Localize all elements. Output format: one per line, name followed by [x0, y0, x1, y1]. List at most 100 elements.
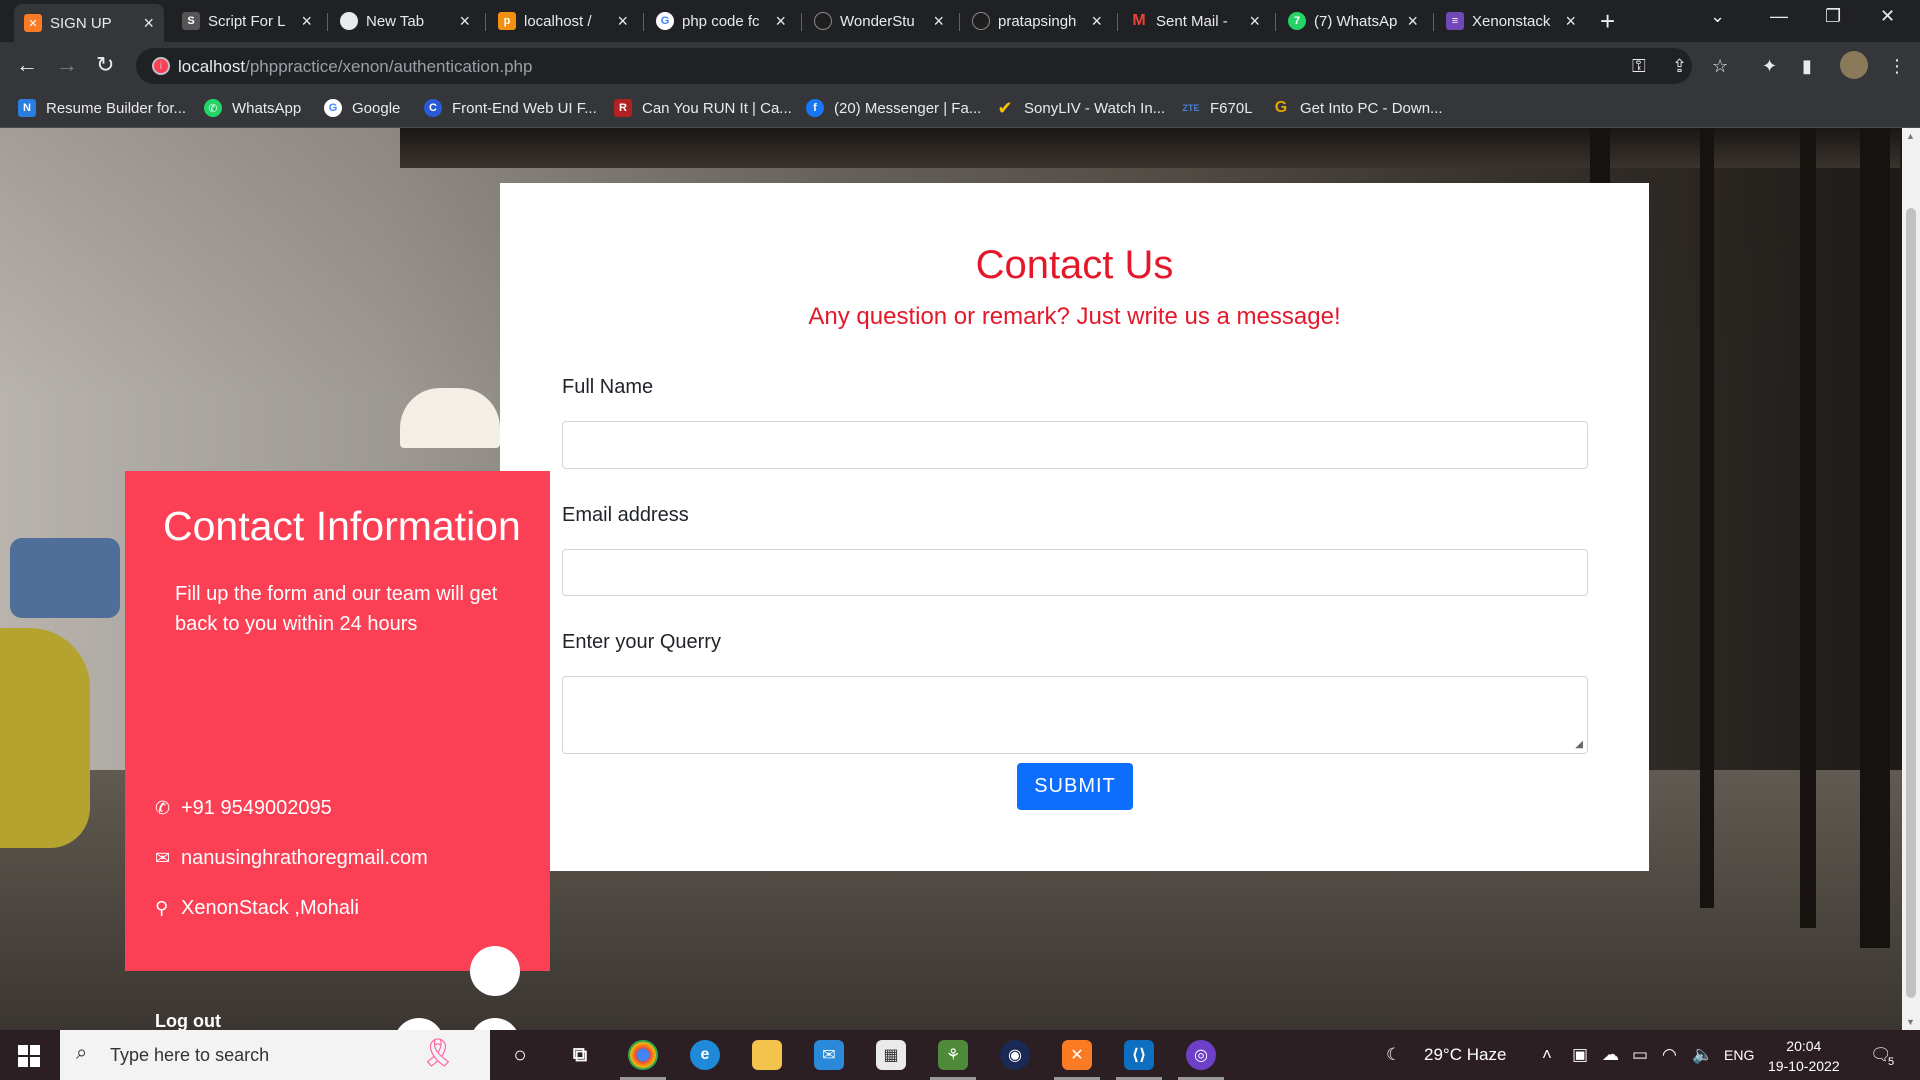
- taskbar-search-box[interactable]: ⌕ Type here to search 🎗: [60, 1030, 490, 1080]
- bookmark-f670l[interactable]: ZTE F670L: [1182, 99, 1253, 117]
- clock-time: 20:04: [1786, 1038, 1822, 1054]
- bookmark-whatsapp[interactable]: ✆ WhatsApp: [204, 99, 301, 117]
- extensions-icon[interactable]: ✦: [1762, 56, 1777, 77]
- star-icon[interactable]: ☆: [1712, 56, 1728, 77]
- page-scrollbar[interactable]: ▲ ▼: [1902, 128, 1920, 1030]
- tab-pratapsingh[interactable]: pratapsingh ×: [962, 6, 1112, 36]
- close-icon[interactable]: ×: [1091, 11, 1102, 32]
- close-icon[interactable]: ×: [143, 13, 154, 34]
- logout-link[interactable]: Log out: [155, 1011, 221, 1030]
- back-icon[interactable]: ←: [16, 52, 38, 78]
- store-icon[interactable]: ▦: [876, 1040, 906, 1070]
- sonyliv-icon: ✔: [997, 97, 1013, 118]
- side-panel-icon[interactable]: ▮: [1802, 56, 1812, 77]
- system-clock[interactable]: 20:04 19-10-2022: [1768, 1036, 1840, 1076]
- scroll-up-icon[interactable]: ▲: [1906, 131, 1915, 141]
- tab-sign-up[interactable]: ✕ SIGN UP ×: [14, 4, 164, 42]
- chevron-up-icon[interactable]: ˄: [1542, 1045, 1552, 1065]
- email-field[interactable]: [562, 549, 1588, 596]
- site-info-icon[interactable]: i: [152, 57, 170, 75]
- cloud-sync-icon[interactable]: ☁: [1602, 1045, 1619, 1065]
- tab-script[interactable]: S Script For L ×: [172, 6, 322, 36]
- device-icon[interactable]: ▣: [1572, 1045, 1588, 1065]
- key-icon[interactable]: ⚿: [1632, 56, 1646, 77]
- task-view-icon[interactable]: ⧉: [565, 1040, 595, 1070]
- forward-icon[interactable]: →: [56, 52, 78, 78]
- vscode-icon[interactable]: ⟨⟩: [1116, 1040, 1162, 1080]
- close-icon[interactable]: ×: [933, 11, 944, 32]
- contact-info-description: Fill up the form and our team will get b…: [175, 583, 498, 635]
- cortana-icon[interactable]: ○: [505, 1040, 535, 1070]
- tab-wonderstu[interactable]: WonderStu ×: [804, 6, 954, 36]
- close-icon[interactable]: ×: [301, 11, 312, 32]
- map-marker-icon: ⚲: [155, 898, 169, 918]
- resize-handle-icon[interactable]: ◢: [1575, 739, 1583, 750]
- background-pillar: [1800, 128, 1816, 928]
- github-desktop-icon[interactable]: ◎: [1178, 1040, 1224, 1080]
- close-icon[interactable]: ×: [1565, 11, 1576, 32]
- tab-search-icon[interactable]: ⌄: [1710, 6, 1725, 27]
- query-textarea[interactable]: ◢: [562, 676, 1588, 754]
- email-address: nanusinghrathoregmail.com: [181, 847, 428, 869]
- new-tab-button[interactable]: +: [1600, 6, 1615, 37]
- profile-avatar[interactable]: [1840, 51, 1868, 79]
- bookmark-google[interactable]: G Google: [324, 99, 400, 117]
- tab-separator: [959, 13, 960, 31]
- close-icon[interactable]: ×: [1249, 11, 1260, 32]
- windows-start-icon[interactable]: [18, 1045, 40, 1067]
- xampp-taskbar-icon[interactable]: ✕: [1054, 1040, 1100, 1080]
- bookmark-get-into-pc[interactable]: G Get Into PC - Down...: [1272, 99, 1443, 117]
- tab-localhost[interactable]: p localhost / ×: [488, 6, 638, 36]
- tab-new-tab[interactable]: New Tab ×: [330, 6, 480, 36]
- tab-xenonstack[interactable]: ≡ Xenonstack ×: [1436, 6, 1586, 36]
- close-icon[interactable]: ×: [617, 11, 628, 32]
- bookmark-can-you-run-it[interactable]: R Can You RUN It | Ca...: [614, 99, 792, 117]
- bookmark-front-end[interactable]: C Front-End Web UI F...: [424, 99, 597, 117]
- email-label: Email address: [562, 504, 689, 526]
- mail-icon[interactable]: ✉: [814, 1040, 844, 1070]
- page-viewport: Contact Us Any question or remark? Just …: [0, 128, 1902, 1030]
- background-pillar: [1700, 128, 1714, 908]
- bookmark-messenger[interactable]: f (20) Messenger | Fa...: [806, 99, 981, 117]
- background-ceiling: [400, 128, 1900, 168]
- bookmark-label: Google: [352, 99, 401, 117]
- close-icon[interactable]: ×: [775, 11, 786, 32]
- menu-icon[interactable]: ⋮: [1888, 56, 1906, 77]
- address-bar[interactable]: i localhost/phppractice/xenon/authentica…: [136, 48, 1692, 84]
- background-lamp: [400, 388, 500, 448]
- battery-icon[interactable]: ▭: [1632, 1045, 1648, 1065]
- tab-title: Script For L: [208, 12, 286, 30]
- window-close-icon[interactable]: ✕: [1880, 6, 1895, 27]
- obs-icon[interactable]: ◉: [1000, 1040, 1030, 1070]
- minimize-icon[interactable]: —: [1770, 6, 1788, 27]
- tab-sent-mail[interactable]: M Sent Mail - ×: [1120, 6, 1270, 36]
- weather-moon-icon[interactable]: ☾: [1386, 1045, 1401, 1065]
- wifi-icon[interactable]: ◠: [1662, 1045, 1677, 1065]
- close-icon[interactable]: ×: [1407, 11, 1418, 32]
- reload-icon[interactable]: ↻: [96, 52, 114, 78]
- canyourunit-icon: R: [614, 99, 632, 117]
- chrome-taskbar-icon[interactable]: [620, 1040, 666, 1080]
- share-icon[interactable]: ⇪: [1672, 56, 1687, 77]
- tab-php-code[interactable]: G php code fc ×: [646, 6, 796, 36]
- volume-icon[interactable]: 🔈: [1692, 1045, 1713, 1065]
- scrollbar-thumb[interactable]: [1906, 208, 1916, 998]
- edge-icon[interactable]: e: [690, 1040, 720, 1070]
- file-explorer-icon[interactable]: [752, 1040, 782, 1070]
- language-indicator[interactable]: ENG: [1724, 1047, 1754, 1063]
- full-name-field[interactable]: [562, 421, 1588, 469]
- submit-button[interactable]: SUBMIT: [1017, 763, 1133, 810]
- close-icon[interactable]: ×: [459, 11, 470, 32]
- tab-whatsapp[interactable]: 7 (7) WhatsAp ×: [1278, 6, 1428, 36]
- weather-text[interactable]: 29°C Haze: [1424, 1045, 1506, 1065]
- restore-icon[interactable]: ❐: [1825, 6, 1841, 27]
- game-app-icon[interactable]: ⚘: [930, 1040, 976, 1080]
- tab-separator: [801, 13, 802, 31]
- scroll-down-icon[interactable]: ▼: [1906, 1017, 1915, 1027]
- script-icon: S: [182, 12, 200, 30]
- email-row: ✉ nanusinghrathoregmail.com: [155, 847, 428, 870]
- full-name-label: Full Name: [562, 376, 654, 398]
- bookmark-sonyliv[interactable]: ✔ SonyLIV - Watch In...: [996, 97, 1165, 118]
- bookmark-resume-builder[interactable]: N Resume Builder for...: [18, 99, 186, 117]
- url-text[interactable]: localhost/phppractice/xenon/authenticati…: [178, 57, 532, 77]
